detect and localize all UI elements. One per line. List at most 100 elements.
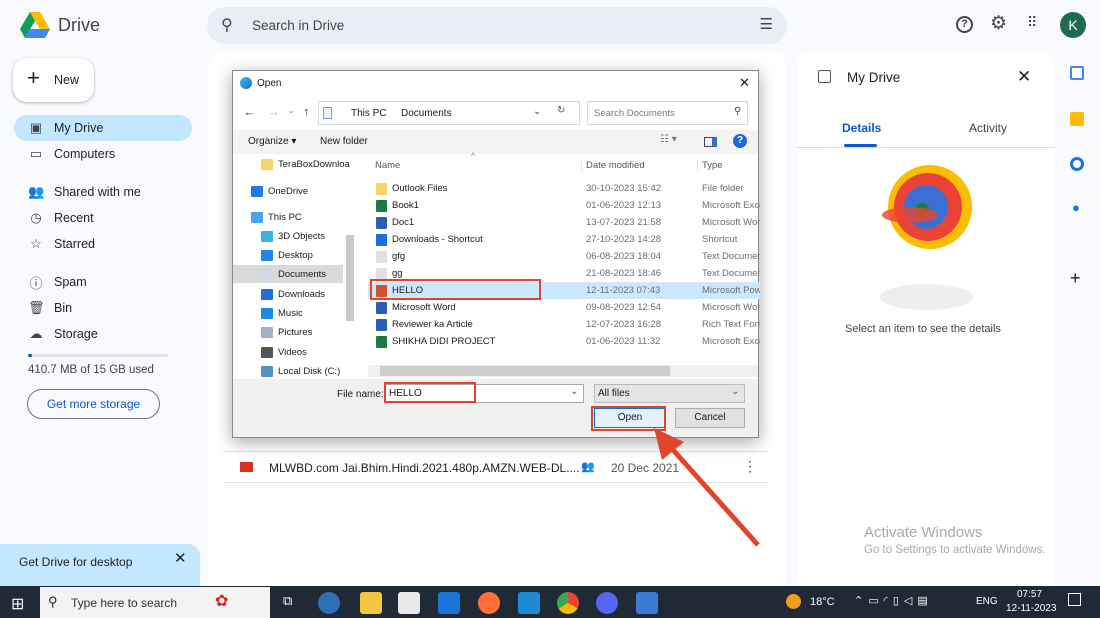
nav-item[interactable]: Pictures: [261, 323, 358, 341]
drive-desktop-promo: Get Drive for desktop ✕: [0, 544, 200, 589]
sidebar-item-storage[interactable]: ☁ Storage: [14, 321, 192, 347]
file-list-row[interactable]: Outlook Files 30-10-2023 15:42 File folder: [368, 180, 760, 197]
panel-title: My Drive: [847, 70, 901, 85]
avatar[interactable]: K: [1060, 12, 1086, 38]
up-arrow-icon[interactable]: ↑: [303, 104, 310, 119]
keep-icon[interactable]: [1070, 112, 1084, 126]
file-list-row[interactable]: Book1 01-06-2023 12:13 Microsoft Excel: [368, 197, 760, 214]
nav-item[interactable]: Desktop: [261, 246, 358, 264]
file-list-row[interactable]: Microsoft Word 09-08-2023 12:54 Microsoft …: [368, 299, 760, 316]
file-list-row[interactable]: gfg 06-08-2023 18:04 Text Document: [368, 248, 760, 265]
get-more-storage-button[interactable]: Get more storage: [27, 389, 160, 419]
sidebar-item-computers[interactable]: ▭ Computers: [14, 141, 192, 167]
sidebar-item-spam[interactable]: ⓘ Spam: [14, 269, 192, 295]
discord-icon[interactable]: [596, 592, 618, 614]
file-type: Microsoft PowerPoint: [702, 285, 760, 296]
sidebar-item-recent[interactable]: ◷ Recent: [14, 205, 192, 231]
back-arrow-icon[interactable]: ←: [243, 104, 256, 119]
tray-icons[interactable]: ⌃▭◜▯◁▤: [854, 594, 933, 607]
windows-start-icon[interactable]: ⊞: [11, 594, 24, 614]
task-view-icon[interactable]: ⧉: [283, 593, 292, 609]
help-icon[interactable]: ?: [956, 16, 973, 33]
app-taskbar-icon[interactable]: [636, 592, 658, 614]
file-list-row[interactable]: Doc1 13-07-2023 21:58 Microsoft Word: [368, 214, 760, 231]
chrome-icon[interactable]: [557, 592, 579, 614]
new-button[interactable]: + New: [13, 58, 94, 102]
add-addon-icon[interactable]: +: [1070, 268, 1081, 289]
help-icon[interactable]: ?: [733, 134, 747, 148]
recent-locations-icon[interactable]: ⌄: [288, 106, 295, 115]
shared-icon: 👥: [581, 461, 595, 473]
mail-icon[interactable]: [438, 592, 460, 614]
language-indicator[interactable]: ENG: [976, 596, 998, 607]
search-input[interactable]: Search in Drive: [252, 18, 344, 33]
nav-item[interactable]: Downloads: [261, 285, 358, 303]
column-name[interactable]: Name: [375, 160, 400, 171]
search-bar[interactable]: ⚲ Search in Drive ☰: [207, 7, 787, 44]
spam-icon: ⓘ: [29, 275, 43, 291]
chevron-down-icon[interactable]: ⌄: [533, 106, 541, 117]
edge-taskbar-icon[interactable]: [318, 592, 340, 614]
sidebar-item-shared[interactable]: 👥 Shared with me: [14, 179, 192, 205]
file-type: Microsoft Excel: [702, 200, 760, 211]
column-date-modified[interactable]: Date modified: [581, 160, 645, 171]
nav-item-label: Local Disk (C:): [278, 365, 341, 377]
contacts-icon[interactable]: ●: [1072, 200, 1080, 215]
clock-time[interactable]: 07:57: [1017, 589, 1042, 600]
close-icon[interactable]: ✕: [174, 549, 187, 567]
calendar-icon[interactable]: [1070, 66, 1084, 80]
forward-arrow-icon[interactable]: →: [267, 104, 280, 119]
address-bar[interactable]: This PC Documents ⌄: [318, 101, 580, 125]
tasks-icon[interactable]: [1070, 157, 1084, 171]
search-options-icon[interactable]: ☰: [760, 15, 773, 33]
sidebar-item-bin[interactable]: 🗑 Bin: [14, 295, 192, 321]
file-type: Microsoft Word: [702, 302, 760, 313]
file-name: Reviewer ka Article: [392, 319, 473, 330]
close-icon[interactable]: ✕: [739, 75, 750, 91]
preview-pane-icon[interactable]: [704, 137, 717, 147]
gear-icon[interactable]: ⚙: [990, 12, 1007, 35]
nav-item[interactable]: 3D Objects: [261, 227, 358, 245]
nav-item[interactable]: Videos: [261, 343, 358, 361]
file-list-row[interactable]: Reviewer ka Article 12-07-2023 16:28 Rich …: [368, 316, 760, 333]
tab-details[interactable]: Details: [842, 121, 881, 135]
notification-icon[interactable]: [1068, 593, 1081, 606]
new-folder-button[interactable]: New folder: [320, 136, 368, 147]
sidebar-item-label: Bin: [54, 301, 73, 315]
firefox-icon[interactable]: [478, 592, 500, 614]
horizontal-scrollbar[interactable]: [368, 365, 758, 377]
nav-item-label: This PC: [268, 211, 302, 223]
store-icon[interactable]: [398, 592, 420, 614]
weather-icon[interactable]: [786, 594, 801, 609]
bin-icon: 🗑: [28, 300, 45, 315]
vscode-icon[interactable]: [518, 592, 540, 614]
tab-activity[interactable]: Activity: [969, 121, 1007, 135]
view-options-icon[interactable]: ☷ ▾: [660, 134, 677, 145]
sidebar-item-starred[interactable]: ☆ Starred: [14, 231, 192, 257]
file-list-row[interactable]: SHIKHA DIDI PROJECT 01-06-2023 11:32 Micro…: [368, 333, 760, 350]
clock-date[interactable]: 12-11-2023: [1006, 603, 1056, 614]
column-type[interactable]: Type: [697, 160, 723, 171]
nav-item[interactable]: TeraBoxDownloa: [261, 155, 358, 173]
refresh-icon[interactable]: ↻: [557, 105, 565, 116]
weather-temp[interactable]: 18°C: [810, 596, 835, 608]
sidebar-item-my-drive[interactable]: ▣ My Drive: [14, 115, 192, 141]
nav-item[interactable]: This PC: [251, 208, 358, 226]
file-type-select[interactable]: All files ⌄: [594, 384, 745, 403]
search-documents-input[interactable]: Search Documents ⚲: [587, 101, 748, 125]
close-icon[interactable]: ✕: [1017, 67, 1031, 87]
nav-item[interactable]: Documents: [233, 265, 343, 283]
file-list-row[interactable]: Downloads - Shortcut 27-10-2023 14:28 Shor…: [368, 231, 760, 248]
nav-item[interactable]: Music: [261, 304, 358, 322]
breadcrumb-this-pc[interactable]: This PC: [351, 108, 387, 119]
breadcrumb-documents[interactable]: Documents: [401, 108, 452, 119]
file-explorer-icon[interactable]: [360, 592, 382, 614]
file-name: Downloads - Shortcut: [392, 234, 483, 245]
nav-item[interactable]: Local Disk (C:): [261, 362, 358, 379]
nav-scrollbar[interactable]: [346, 235, 354, 321]
drive-logo[interactable]: Drive: [20, 10, 130, 40]
taskbar-search[interactable]: ⚲ Type here to search ✿: [40, 587, 270, 618]
apps-grid-icon[interactable]: ⠿: [1027, 14, 1037, 31]
nav-item[interactable]: OneDrive: [251, 182, 358, 200]
organize-button[interactable]: Organize ▾: [248, 136, 296, 147]
